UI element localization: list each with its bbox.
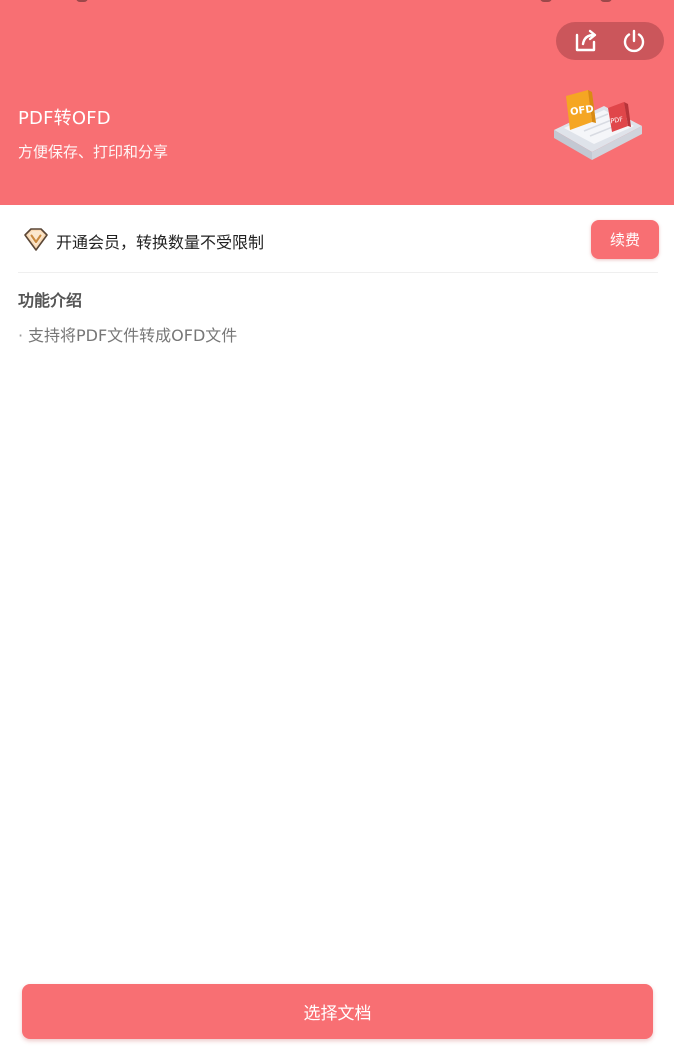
page-subtitle: 方便保存、打印和分享 — [18, 143, 169, 161]
bullet: · — [18, 326, 24, 345]
feature-item-text: 支持将PDF文件转成OFD文件 — [28, 326, 238, 345]
membership-promo-text: 开通会员，转换数量不受限制 — [56, 233, 265, 252]
action-capsule — [556, 22, 664, 60]
renew-button[interactable]: 续费 — [591, 220, 659, 259]
divider — [18, 272, 658, 273]
power-button[interactable] — [614, 24, 654, 58]
pdf-to-ofd-illustration: OFD PDF — [554, 90, 642, 160]
feature-item: · 支持将PDF文件转成OFD文件 — [18, 322, 237, 346]
vip-diamond-icon — [24, 228, 48, 251]
membership-row: 开通会员，转换数量不受限制 续费 — [0, 205, 674, 273]
features-title: 功能介绍 — [18, 291, 83, 310]
status-dot — [540, 0, 552, 2]
share-icon — [575, 29, 597, 52]
status-dot — [600, 0, 612, 2]
status-dot — [76, 0, 88, 2]
select-document-button[interactable]: 选择文档 — [22, 984, 653, 1039]
power-icon — [623, 29, 645, 53]
page-title: PDF转OFD — [18, 108, 111, 129]
header-banner: PDF转OFD 方便保存、打印和分享 OFD PDF — [0, 0, 674, 205]
app-screen: PDF转OFD 方便保存、打印和分享 OFD PDF 开通会员，转换数量不受限制… — [0, 0, 674, 1058]
share-button[interactable] — [566, 24, 606, 58]
